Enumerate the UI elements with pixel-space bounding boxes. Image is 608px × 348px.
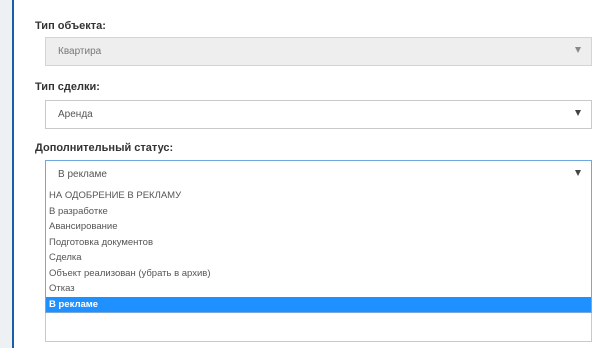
chevron-down-icon (575, 110, 581, 116)
deal-type-value: Аренда (58, 109, 93, 120)
chevron-down-icon (575, 47, 581, 53)
object-type-label: Тип объекта: (35, 20, 106, 32)
next-field-partial[interactable] (45, 313, 592, 342)
extra-status-dropdown-list: НА ОДОБРЕНИЕ В РЕКЛАМУ В разработке Аван… (45, 188, 592, 313)
object-type-select[interactable]: Квартира (45, 37, 592, 66)
dropdown-option-selected[interactable]: В рекламе (46, 296, 591, 312)
deal-type-select[interactable]: Аренда (45, 100, 592, 129)
dropdown-option[interactable]: Отказ (46, 281, 591, 297)
dropdown-option[interactable]: В разработке (46, 204, 591, 220)
dropdown-option[interactable]: Сделка (46, 250, 591, 266)
dropdown-option[interactable]: Подготовка документов (46, 235, 591, 251)
extra-status-label: Дополнительный статус: (35, 142, 174, 154)
extra-status-select[interactable]: В рекламе (45, 160, 592, 189)
chevron-down-icon (575, 170, 581, 176)
object-type-value: Квартира (58, 46, 102, 57)
extra-status-value: В рекламе (58, 169, 107, 180)
page: Тип объекта: Квартира Тип сделки: Аренда… (0, 0, 608, 348)
dropdown-option[interactable]: Объект реализован (убрать в архив) (46, 266, 591, 282)
deal-type-label: Тип сделки: (35, 81, 100, 93)
dropdown-option[interactable]: Авансирование (46, 219, 591, 235)
dropdown-option[interactable]: НА ОДОБРЕНИЕ В РЕКЛАМУ (46, 188, 591, 204)
